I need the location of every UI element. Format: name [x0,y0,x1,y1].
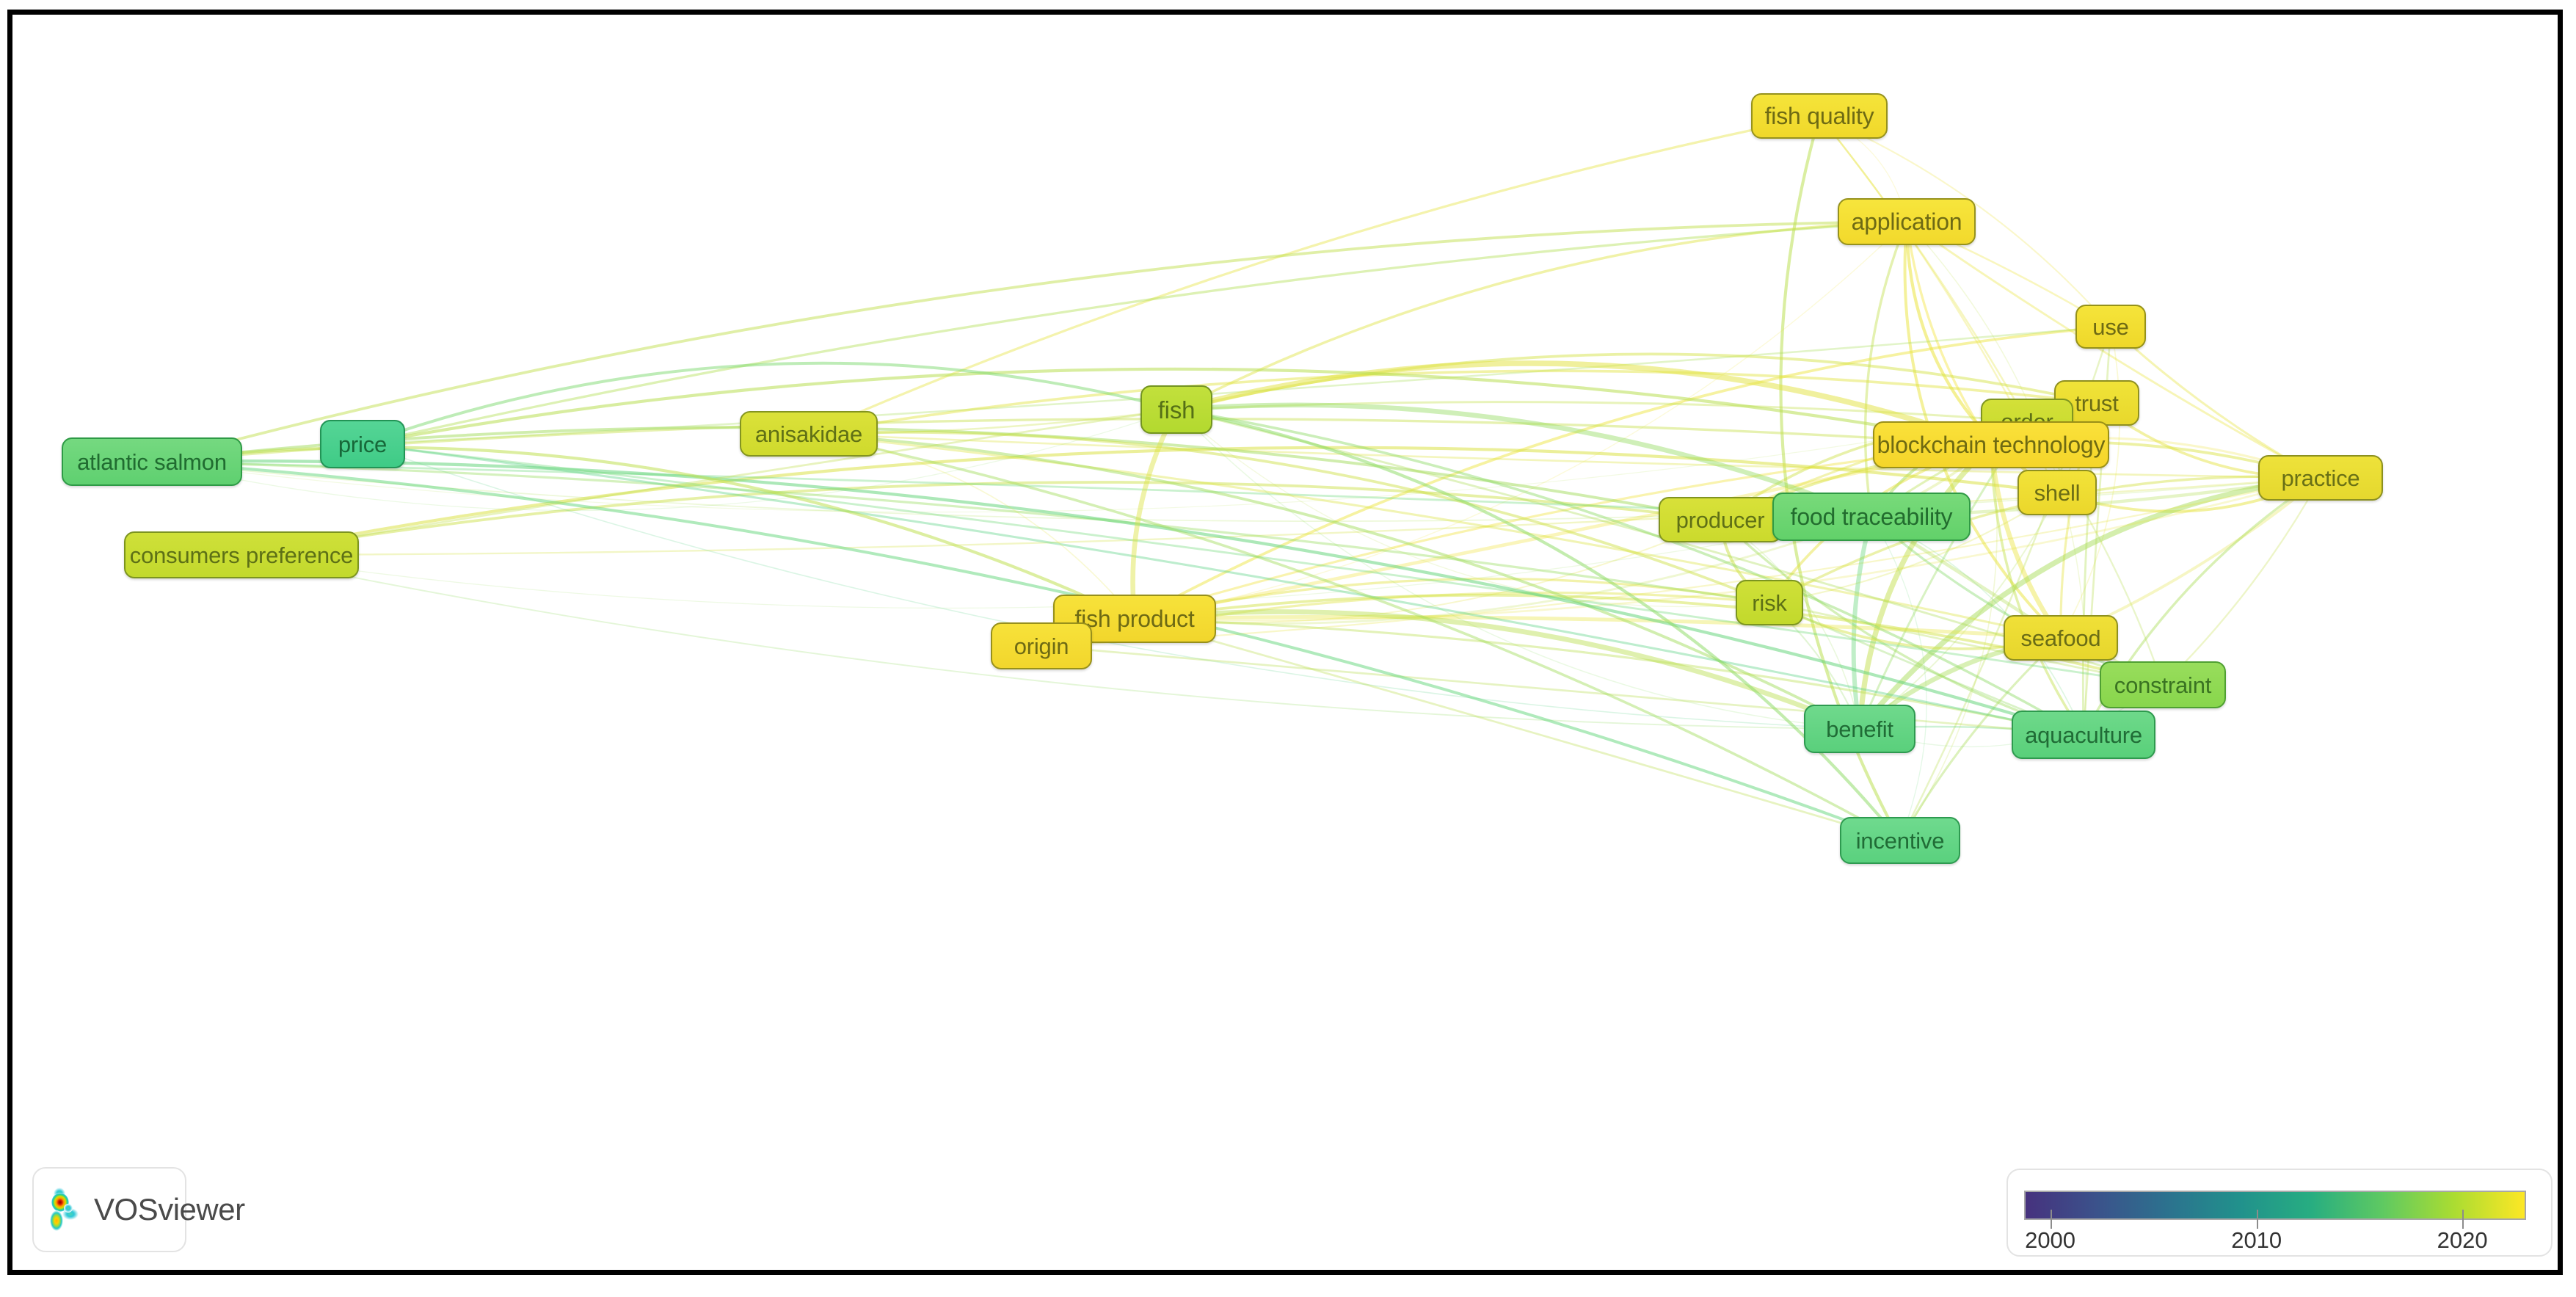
network-node-label: risk [1752,589,1787,616]
network-node[interactable]: aquaculture [2012,711,2155,759]
visualization-frame: fish qualityapplicationusetrustorderbloc… [7,10,2563,1275]
network-edge [1175,220,1908,411]
network-node[interactable]: fish quality [1751,93,1888,139]
network-node[interactable]: use [2075,305,2146,349]
network-node-label: trust [2075,390,2119,416]
network-node-label: fish [1157,396,1196,424]
network-edge [1132,609,1863,732]
network-canvas[interactable]: fish qualityapplicationusetrustorderbloc… [12,15,2568,1280]
network-node-label: application [1851,208,1962,235]
network-node-label: atlantic salmon [77,448,227,475]
network-node[interactable]: seafood [2004,615,2118,661]
network-edge [361,325,2112,446]
legend-tick [2256,1210,2258,1229]
vosviewer-density-logo-icon [50,1188,79,1231]
network-edge [808,433,1135,620]
network-node[interactable]: fish [1140,385,1212,434]
network-node-label: shell [2034,479,2081,506]
network-node[interactable]: anisakidae [740,411,878,457]
network-node-label: incentive [1855,827,1945,854]
network-node-label: seafood [2020,625,2101,651]
network-edge [807,432,1902,842]
network-node-label: producer [1676,506,1765,533]
network-node-label: aquaculture [2025,722,2142,748]
network-node[interactable]: incentive [1840,817,1960,864]
network-edge [361,220,1908,446]
legend-gradient-bar [2024,1191,2526,1220]
network-node[interactable]: blockchain technology [1873,421,2109,468]
network-node[interactable]: consumers preference [124,531,359,578]
network-edge [2161,476,2322,686]
network-node[interactable]: producer [1659,497,1782,542]
network-node-label: fish quality [1764,103,1874,129]
network-node-label: price [338,431,388,457]
network-node[interactable]: origin [991,622,1092,669]
score-color-legend[interactable]: 2000 2010 2020 [2006,1169,2553,1257]
legend-tick-label: 2020 [2437,1227,2488,1253]
network-node[interactable]: price [320,420,405,468]
network-node[interactable]: application [1838,198,1976,245]
vosviewer-screenshot: fish qualityapplicationusetrustorderbloc… [0,0,2576,1297]
legend-tick [2050,1210,2052,1229]
network-node-label: practice [2281,465,2360,491]
network-node-label: blockchain technology [1877,432,2106,458]
network-node[interactable]: atlantic salmon [62,437,242,486]
legend-tick-label: 2000 [2025,1227,2076,1253]
network-node-label: origin [1014,633,1069,659]
network-node-label: use [2092,313,2129,340]
network-node[interactable]: practice [2258,455,2383,501]
network-node[interactable]: constraint [2100,661,2226,708]
network-node-label: anisakidae [754,421,863,447]
network-node[interactable]: benefit [1804,705,1915,753]
network-node[interactable]: risk [1736,580,1803,625]
network-node[interactable]: food traceability [1772,493,1971,541]
legend-tick-label: 2010 [2231,1227,2282,1253]
network-edge [807,432,1861,730]
network-node-label: food traceability [1790,504,1953,530]
network-edge [362,443,1860,730]
vosviewer-watermark[interactable]: VOSviewer [32,1167,245,1252]
network-node[interactable]: shell [2017,470,2097,515]
network-node-label: constraint [2114,672,2212,698]
network-node-label: consumers preference [129,542,354,568]
legend-tick [2462,1210,2464,1229]
vosviewer-watermark-label: VOSviewer [94,1192,245,1227]
edge-layer [150,114,2324,843]
network-node-label: benefit [1826,716,1893,742]
network-node-label: fish product [1074,606,1195,632]
